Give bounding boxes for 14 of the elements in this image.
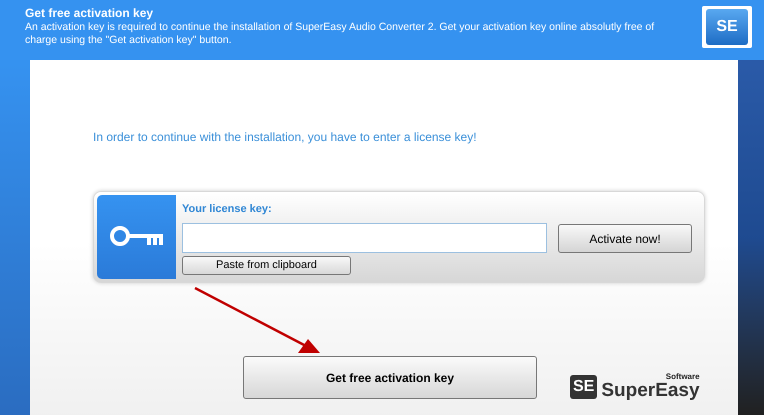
get-activation-key-button[interactable]: Get free activation key bbox=[243, 356, 537, 399]
key-icon bbox=[108, 225, 164, 249]
dialog-title: Get free activation key bbox=[25, 5, 154, 21]
activate-button[interactable]: Activate now! bbox=[558, 224, 692, 253]
paste-button[interactable]: Paste from clipboard bbox=[182, 256, 351, 275]
license-label: Your license key: bbox=[182, 202, 273, 216]
brand-mark-text: SE bbox=[573, 377, 594, 397]
arrow-icon bbox=[194, 287, 322, 355]
logo-text: SE bbox=[716, 17, 738, 37]
license-key-field[interactable] bbox=[182, 223, 547, 253]
dialog-description: An activation key is required to continue the installation of SuperEasy Audio Converter 2. Get your activation key online absolutly free of charge using the "Get activation key" button. bbox=[25, 21, 656, 47]
brand-name: SuperEasy bbox=[601, 381, 700, 401]
notice-text: In order to continue with the installation, you have to enter a license key! bbox=[93, 129, 478, 146]
brand-tagline: Software bbox=[666, 373, 700, 381]
